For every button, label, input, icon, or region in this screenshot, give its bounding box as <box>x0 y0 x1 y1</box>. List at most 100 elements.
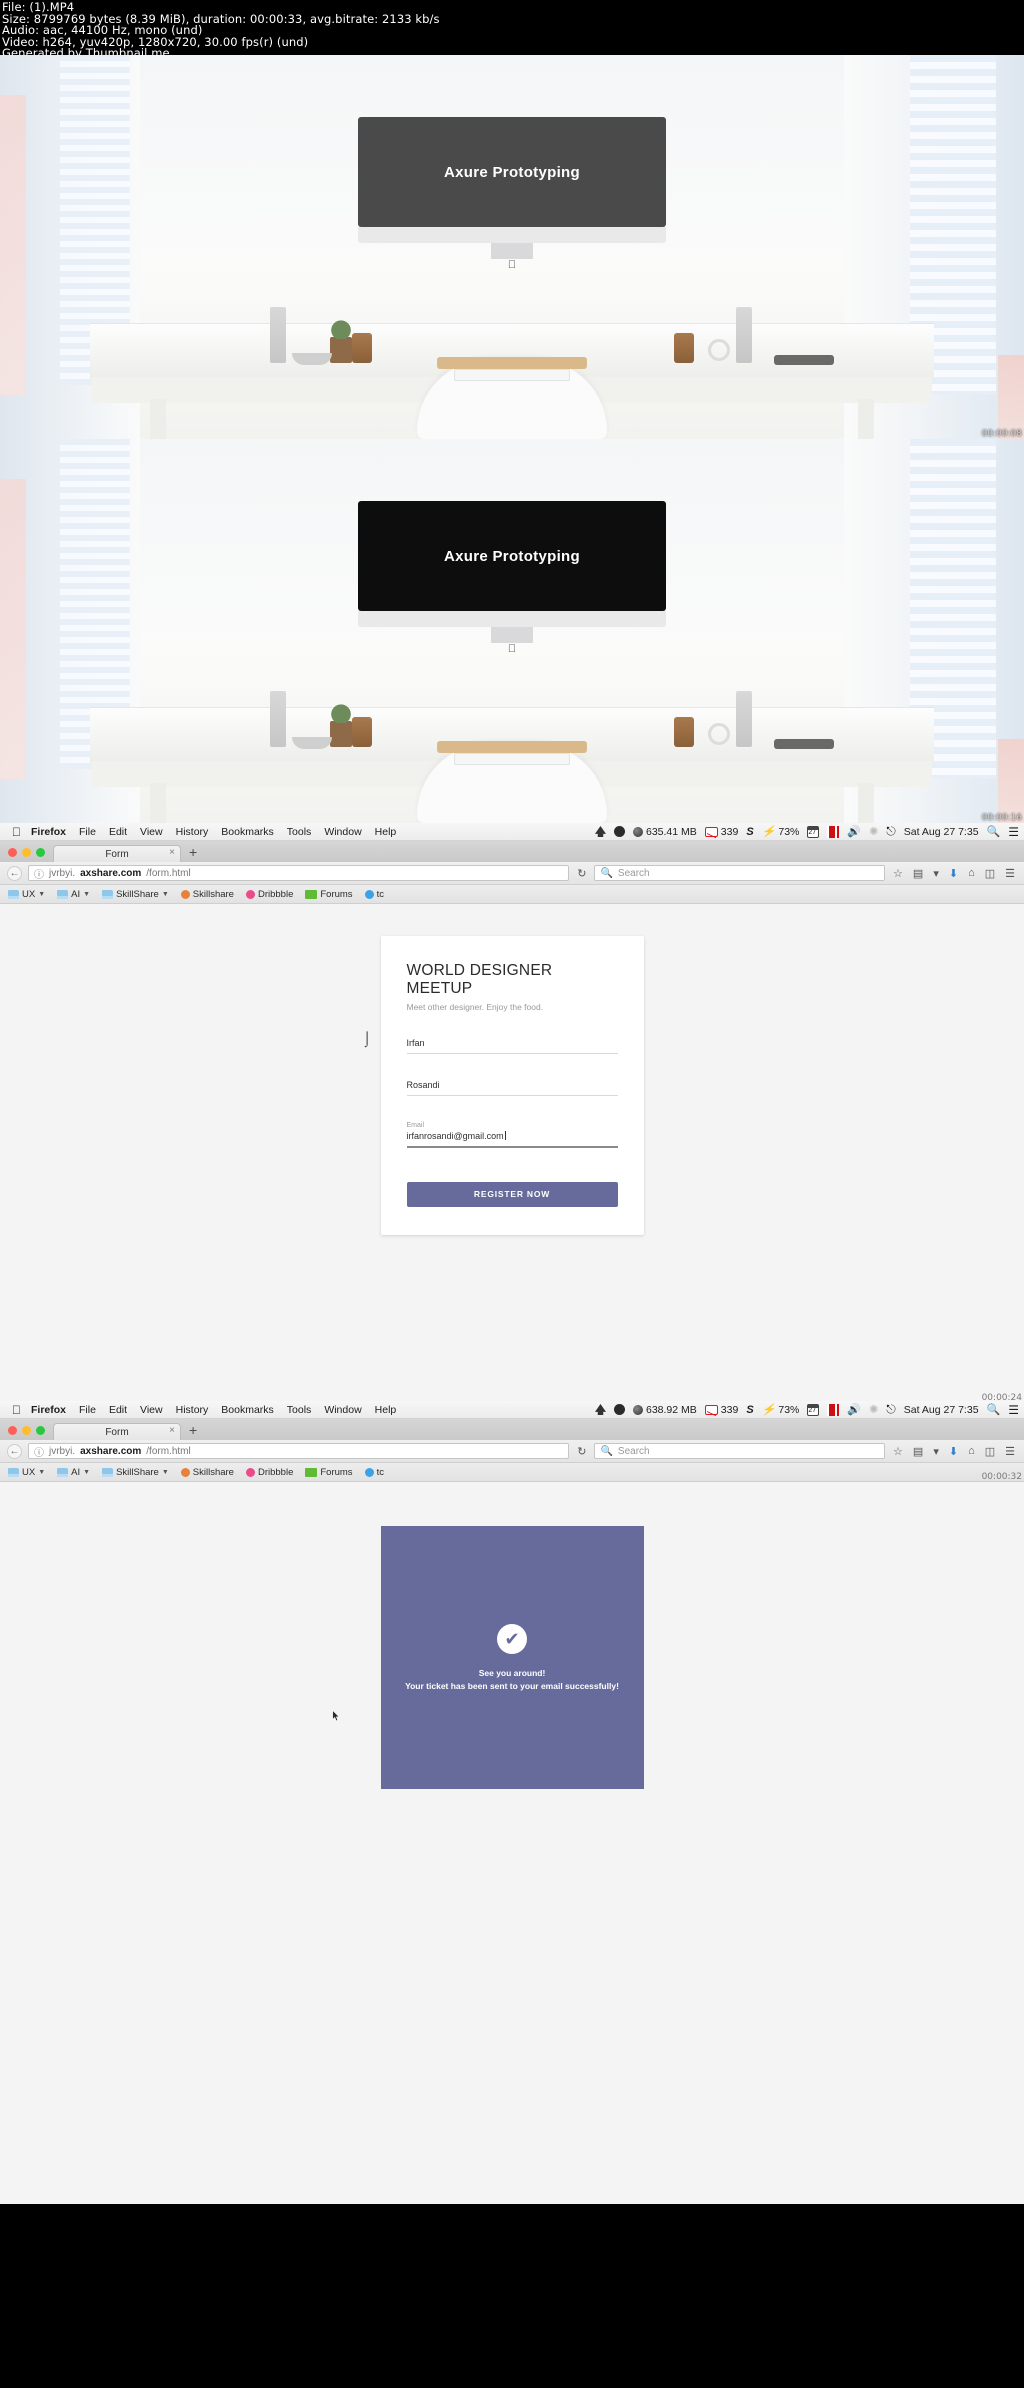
wifi-icon[interactable]: ⎋ <box>886 1402 896 1417</box>
bookmark-tc[interactable]: tc <box>364 1467 384 1478</box>
new-tab-button[interactable]: + <box>189 1422 197 1440</box>
maximize-window-button[interactable] <box>36 848 45 857</box>
site-info-icon[interactable]: ⓘ <box>34 866 44 881</box>
calendar-icon[interactable]: 27 <box>807 1403 820 1416</box>
close-window-button[interactable] <box>8 1426 17 1435</box>
bluetooth-icon[interactable]: ✺ <box>869 1403 878 1416</box>
notification-center-icon[interactable]: ☰ <box>1008 1403 1019 1417</box>
pocket-icon[interactable]: ▾ <box>931 867 941 880</box>
bookmark-skillshare[interactable]: Skillshare <box>180 1467 234 1478</box>
battery-indicator[interactable]: ⚡ 73% <box>762 825 800 839</box>
register-now-button[interactable]: REGISTER NOW <box>406 1181 618 1207</box>
minimize-window-button[interactable] <box>22 848 31 857</box>
mail-indicator[interactable]: 339 <box>704 1404 738 1416</box>
screen-recorder-icon[interactable] <box>827 825 840 838</box>
menu-edit[interactable]: Edit <box>109 826 127 838</box>
spotlight-search-icon[interactable]: 🔍 <box>987 1403 1001 1416</box>
search-input[interactable]: 🔍 Search <box>594 1443 886 1459</box>
menu-bookmarks[interactable]: Bookmarks <box>221 1404 274 1416</box>
menu-firefox[interactable]: Firefox <box>31 1404 66 1416</box>
google-drive-icon[interactable] <box>594 826 606 837</box>
reload-button[interactable]: ↻ <box>575 1445 588 1458</box>
downloads-icon[interactable]: ⬇ <box>947 1445 960 1458</box>
menu-view[interactable]: View <box>140 1404 163 1416</box>
menu-help[interactable]: Help <box>375 1404 397 1416</box>
google-drive-icon[interactable] <box>594 1404 606 1415</box>
memory-monitor[interactable]: 638.92 MB <box>632 1404 697 1416</box>
screen-recorder-icon[interactable] <box>827 1403 840 1416</box>
menu-tools[interactable]: Tools <box>287 826 312 838</box>
scrivener-icon[interactable]: S <box>746 826 753 838</box>
menu-hamburger-icon[interactable]: ☰ <box>1003 1445 1017 1458</box>
clock[interactable]: Sat Aug 27 7:35 <box>904 826 979 838</box>
bluetooth-icon[interactable]: ✺ <box>869 825 878 838</box>
mail-indicator[interactable]: 339 <box>704 826 738 838</box>
tab-form[interactable]: Form × <box>53 1423 181 1440</box>
menu-history[interactable]: History <box>176 1404 209 1416</box>
url-bar[interactable]: ⓘ jvrbyi. axshare.com/form.html <box>28 865 570 881</box>
close-tab-icon[interactable]: × <box>169 1425 175 1436</box>
notification-center-icon[interactable]: ☰ <box>1008 825 1019 839</box>
back-button[interactable]: ← <box>7 1443 22 1459</box>
minimize-window-button[interactable] <box>22 1426 31 1435</box>
bookmark-ai[interactable]: AI ▼ <box>57 1467 90 1478</box>
apple-menu-icon[interactable]:  <box>12 825 21 839</box>
search-input[interactable]: 🔍 Search <box>594 865 886 881</box>
menu-view[interactable]: View <box>140 826 163 838</box>
home-icon[interactable]: ⌂ <box>966 867 977 879</box>
spotlight-search-icon[interactable]: 🔍 <box>987 825 1001 838</box>
volume-icon[interactable]: 🔊 <box>847 1403 861 1416</box>
menu-file[interactable]: File <box>79 1404 96 1416</box>
back-button[interactable]: ← <box>7 865 22 881</box>
maximize-window-button[interactable] <box>36 1426 45 1435</box>
bookmark-ai[interactable]: AI ▼ <box>57 889 90 900</box>
menu-file[interactable]: File <box>79 826 96 838</box>
bookmark-skillshare-folder[interactable]: SkillShare ▼ <box>102 889 169 900</box>
bookmark-tc[interactable]: tc <box>364 889 384 900</box>
pocket-icon[interactable]: ▾ <box>931 1445 941 1458</box>
tab-form[interactable]: Form × <box>53 845 181 862</box>
creative-cloud-icon[interactable] <box>613 826 625 837</box>
bookmark-star-icon[interactable]: ☆ <box>891 867 905 880</box>
bookmark-dribbble[interactable]: Dribbble <box>245 889 293 900</box>
reader-view-icon[interactable]: ▤ <box>911 867 925 880</box>
email-field[interactable]: Email irfanrosandi@gmail.com <box>406 1122 618 1148</box>
downloads-icon[interactable]: ⬇ <box>947 867 960 880</box>
menu-tools[interactable]: Tools <box>287 1404 312 1416</box>
menu-window[interactable]: Window <box>324 826 361 838</box>
site-info-icon[interactable]: ⓘ <box>34 1444 44 1459</box>
menu-help[interactable]: Help <box>375 826 397 838</box>
reload-button[interactable]: ↻ <box>575 867 588 880</box>
calendar-icon[interactable]: 27 <box>807 825 820 838</box>
battery-indicator[interactable]: ⚡ 73% <box>762 1403 800 1417</box>
menu-window[interactable]: Window <box>324 1404 361 1416</box>
new-tab-button[interactable]: + <box>189 844 197 862</box>
bookmark-dribbble[interactable]: Dribbble <box>245 1467 293 1478</box>
menu-history[interactable]: History <box>176 826 209 838</box>
bookmark-ux[interactable]: UX ▼ <box>8 1467 45 1478</box>
home-icon[interactable]: ⌂ <box>966 1445 977 1457</box>
volume-icon[interactable]: 🔊 <box>847 825 861 838</box>
reader-view-icon[interactable]: ▤ <box>911 1445 925 1458</box>
menu-bookmarks[interactable]: Bookmarks <box>221 826 274 838</box>
close-tab-icon[interactable]: × <box>169 847 175 858</box>
clock[interactable]: Sat Aug 27 7:35 <box>904 1404 979 1416</box>
bookmark-star-icon[interactable]: ☆ <box>891 1445 905 1458</box>
bookmark-forums[interactable]: Forums <box>305 889 353 900</box>
scrivener-icon[interactable]: S <box>746 1404 753 1416</box>
wifi-icon[interactable]: ⎋ <box>886 824 896 839</box>
menu-edit[interactable]: Edit <box>109 1404 127 1416</box>
close-window-button[interactable] <box>8 848 17 857</box>
apple-menu-icon[interactable]:  <box>12 1403 21 1417</box>
sidebar-icon[interactable]: ◫ <box>983 1445 997 1458</box>
first-name-field[interactable]: Irfan <box>406 1038 618 1054</box>
url-bar[interactable]: ⓘ jvrbyi. axshare.com/form.html <box>28 1443 570 1459</box>
sidebar-icon[interactable]: ◫ <box>983 867 997 880</box>
menu-hamburger-icon[interactable]: ☰ <box>1003 867 1017 880</box>
creative-cloud-icon[interactable] <box>613 1404 625 1415</box>
bookmark-forums[interactable]: Forums <box>305 1467 353 1478</box>
bookmark-skillshare-folder[interactable]: SkillShare ▼ <box>102 1467 169 1478</box>
memory-monitor[interactable]: 635.41 MB <box>632 826 697 838</box>
bookmark-ux[interactable]: UX ▼ <box>8 889 45 900</box>
menu-firefox[interactable]: Firefox <box>31 826 66 838</box>
